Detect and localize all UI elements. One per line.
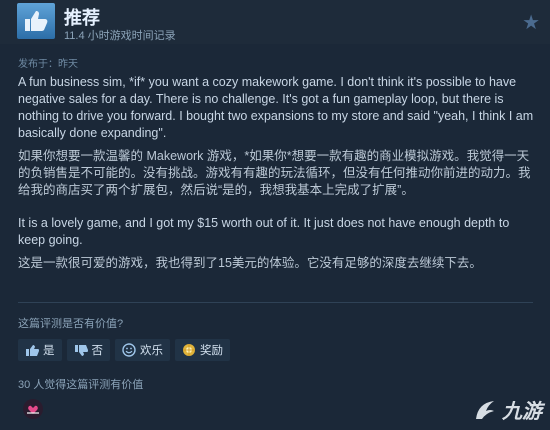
star-icon[interactable]: ★ xyxy=(522,10,540,35)
review-header: 推荐 11.4 小时游戏时间记录 ★ xyxy=(0,0,550,44)
received-award-icon xyxy=(22,398,44,420)
vote-no-button[interactable]: 否 xyxy=(66,339,110,361)
helpful-count: 30 人觉得这篇评测有价值 xyxy=(18,379,144,391)
vote-no-label: 否 xyxy=(91,345,104,357)
watermark-logo: 九游 xyxy=(472,395,542,424)
divider xyxy=(18,302,533,303)
award-icon xyxy=(182,343,196,357)
helpful-question: 这篇评测是否有价值? xyxy=(18,318,124,330)
vote-yes-label: 是 xyxy=(43,345,55,357)
thumbs-down-icon xyxy=(74,344,88,357)
playtime-label: 11.4 小时游戏时间记录 xyxy=(64,30,176,42)
thumbs-up-icon xyxy=(25,344,39,357)
vote-yes-button[interactable]: 是 xyxy=(18,339,62,361)
jiuyou-logo-icon xyxy=(476,400,494,419)
recommended-thumb-icon xyxy=(17,3,55,39)
award-label: 奖励 xyxy=(200,345,223,357)
review-paragraph-en-1: A fun business sim, *if* you want a cozy… xyxy=(18,75,534,140)
award-button[interactable]: 奖励 xyxy=(175,339,230,361)
review-paragraph-cn-2: 这是一款很可爱的游戏，我也得到了15美元的体验。它没有足够的深度去继续下去。 xyxy=(18,256,482,270)
review-body: A fun business sim, *if* you want a cozy… xyxy=(18,74,538,278)
posted-date: 发布于：昨天 xyxy=(18,59,78,70)
smiley-icon xyxy=(122,343,136,357)
review-paragraph-en-2: It is a lovely game, and I got my $15 wo… xyxy=(18,216,510,247)
watermark-text: 九游 xyxy=(502,401,542,423)
feedback-buttons: 是 否 欢乐 奖励 xyxy=(18,339,230,361)
review-paragraph-cn-1: 如果你想要一款温馨的 Makework 游戏，*如果你*想要一款有趣的商业模拟游… xyxy=(18,149,531,197)
vote-funny-label: 欢乐 xyxy=(140,345,163,357)
vote-funny-button[interactable]: 欢乐 xyxy=(115,339,170,361)
